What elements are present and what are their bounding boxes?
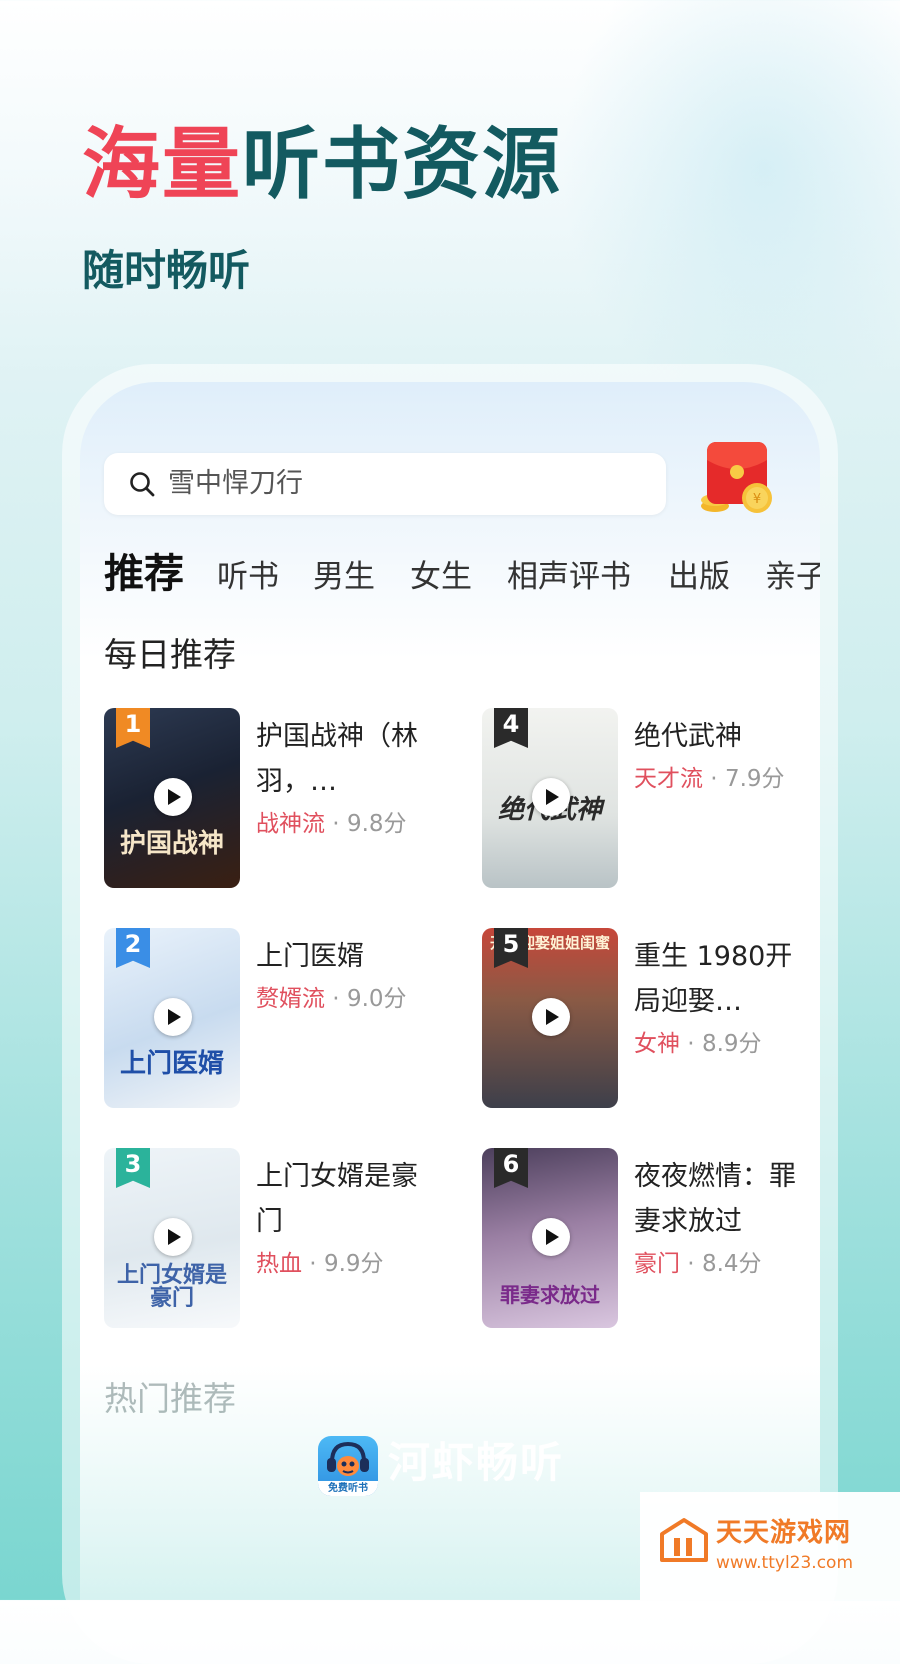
tab-recommend[interactable]: 推荐 bbox=[104, 554, 184, 594]
search-bar[interactable]: 雪中悍刀行 bbox=[104, 453, 666, 515]
book-meta: 热血 · 9.9分 bbox=[256, 1251, 384, 1277]
tab-kids[interactable]: 亲子 bbox=[765, 562, 820, 593]
book-card[interactable]: 绝代武神 4 绝代武神 天才流 · 7.9分 bbox=[482, 708, 812, 892]
book-title: 绝代武神 bbox=[634, 721, 742, 752]
book-meta: 赘婿流 · 9.0分 bbox=[256, 986, 407, 1012]
book-cover[interactable]: 上门医婿 2 bbox=[104, 928, 240, 1108]
red-packet-icon[interactable]: ¥ bbox=[693, 438, 783, 522]
headline-highlight: 海量 bbox=[82, 120, 243, 210]
book-info: 上门医婿 赘婿流 · 9.0分 bbox=[256, 934, 432, 1015]
book-info: 绝代武神 天才流 · 7.9分 bbox=[634, 714, 810, 795]
cover-title: 上门女婿是豪门 bbox=[116, 1262, 227, 1311]
svg-text:¥: ¥ bbox=[753, 492, 761, 507]
cover-title: 罪妻求放过 bbox=[500, 1283, 600, 1307]
book-cover[interactable]: 护国战神 1 bbox=[104, 708, 240, 888]
book-meta: 女神 · 8.9分 bbox=[634, 1031, 762, 1057]
promo-headline: 海量听书资源 bbox=[82, 126, 562, 204]
book-title: 夜夜燃情：罪妻求放过 bbox=[634, 1161, 796, 1237]
book-card[interactable]: 上门女婿是豪门 3 上门女婿是豪门 热血 · 9.9分 bbox=[104, 1148, 434, 1332]
book-cover[interactable]: 上门女婿是豪门 3 bbox=[104, 1148, 240, 1328]
tab-audiobook[interactable]: 听书 bbox=[217, 562, 279, 593]
book-meta: 天才流 · 7.9分 bbox=[634, 766, 785, 792]
book-score: 9.8分 bbox=[346, 811, 407, 837]
logo-caption: 免费听书 bbox=[318, 1481, 378, 1496]
book-title: 护国战神（林羽，… bbox=[256, 721, 418, 797]
genre-tag: 天才流 bbox=[634, 766, 703, 792]
headline-rest: 听书资源 bbox=[242, 120, 563, 210]
book-card[interactable]: 开局迎娶姐姐闺蜜 5 重生 1980开局迎娶… 女神 · 8.9分 bbox=[482, 928, 812, 1112]
brand-lockup: 免费听书 河虾畅听 bbox=[318, 1436, 588, 1498]
background-glow bbox=[560, 0, 900, 420]
tab-crosstalk[interactable]: 相声评书 bbox=[507, 562, 631, 593]
genre-tag: 豪门 bbox=[634, 1251, 680, 1277]
book-info: 夜夜燃情：罪妻求放过 豪门 · 8.4分 bbox=[634, 1154, 810, 1280]
hot-recommend-title: 热门推荐 bbox=[104, 1379, 236, 1418]
genre-tag: 热血 bbox=[256, 1251, 302, 1277]
book-title: 上门女婿是豪门 bbox=[256, 1161, 418, 1237]
daily-recommend-title: 每日推荐 bbox=[104, 635, 236, 674]
site-watermark: 天天游戏网 www.ttyl23.com bbox=[640, 1492, 900, 1600]
search-icon bbox=[130, 472, 155, 497]
book-score: 8.4分 bbox=[701, 1251, 762, 1277]
brand-name: 河虾畅听 bbox=[388, 1438, 565, 1487]
book-card[interactable]: 上门医婿 2 上门医婿 赘婿流 · 9.0分 bbox=[104, 928, 434, 1112]
tab-male[interactable]: 男生 bbox=[313, 562, 375, 593]
promo-subheadline: 随时畅听 bbox=[82, 246, 251, 295]
cover-title: 上门医婿 bbox=[119, 1048, 224, 1079]
book-title: 重生 1980开局迎娶… bbox=[634, 941, 793, 1017]
genre-tag: 战神流 bbox=[256, 811, 325, 837]
book-score: 9.9分 bbox=[323, 1251, 384, 1277]
book-info: 护国战神（林羽，… 战神流 · 9.8分 bbox=[256, 714, 432, 840]
book-cover[interactable]: 绝代武神 4 bbox=[482, 708, 618, 888]
watermark-url: www.ttyl23.com bbox=[716, 1553, 854, 1573]
book-meta: 战神流 · 9.8分 bbox=[256, 811, 407, 837]
play-icon[interactable] bbox=[154, 998, 192, 1036]
book-score: 7.9分 bbox=[724, 766, 785, 792]
genre-tag: 赘婿流 bbox=[256, 986, 325, 1012]
book-info: 上门女婿是豪门 热血 · 9.9分 bbox=[256, 1154, 432, 1280]
watermark-name: 天天游戏网 bbox=[716, 1518, 852, 1548]
watermark-logo-icon bbox=[660, 1518, 708, 1562]
book-title: 上门医婿 bbox=[256, 941, 364, 972]
book-cover[interactable]: 开局迎娶姐姐闺蜜 5 bbox=[482, 928, 618, 1108]
book-card[interactable]: 护国战神 1 护国战神（林羽，… 战神流 · 9.8分 bbox=[104, 708, 434, 892]
tab-published[interactable]: 出版 bbox=[668, 562, 730, 593]
shrimp-mascot-icon bbox=[327, 1441, 369, 1476]
genre-tag: 女神 bbox=[634, 1031, 680, 1057]
play-icon[interactable] bbox=[532, 1218, 570, 1256]
book-score: 9.0分 bbox=[346, 986, 407, 1012]
search-placeholder: 雪中悍刀行 bbox=[168, 468, 303, 499]
book-info: 重生 1980开局迎娶… 女神 · 8.9分 bbox=[634, 934, 810, 1060]
book-cover[interactable]: 罪妻求放过 6 bbox=[482, 1148, 618, 1328]
app-logo: 免费听书 bbox=[318, 1436, 378, 1496]
book-score: 8.9分 bbox=[701, 1031, 762, 1057]
play-icon[interactable] bbox=[154, 1218, 192, 1256]
cover-title: 护国战神 bbox=[119, 828, 224, 859]
tab-female[interactable]: 女生 bbox=[410, 562, 472, 593]
play-icon[interactable] bbox=[532, 778, 570, 816]
book-card[interactable]: 罪妻求放过 6 夜夜燃情：罪妻求放过 豪门 · 8.4分 bbox=[482, 1148, 812, 1332]
play-icon[interactable] bbox=[532, 998, 570, 1036]
play-icon[interactable] bbox=[154, 778, 192, 816]
book-meta: 豪门 · 8.4分 bbox=[634, 1251, 762, 1277]
